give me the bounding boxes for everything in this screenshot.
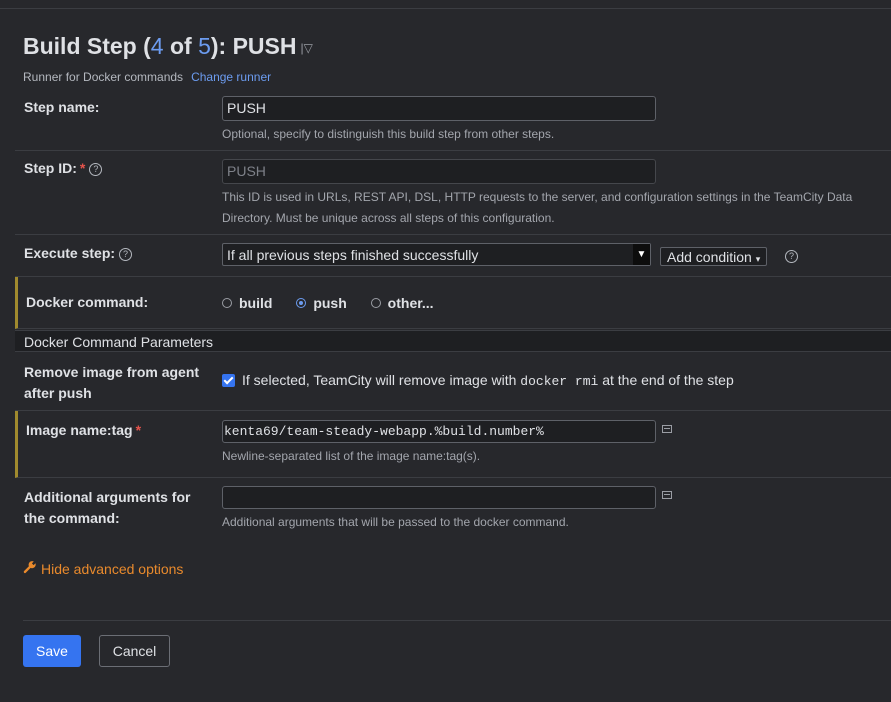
radio-circle[interactable] bbox=[370, 298, 381, 308]
execute-step-select[interactable]: If all previous steps finished successfu… bbox=[222, 243, 651, 266]
section-header: Docker Command Parameters bbox=[15, 330, 891, 352]
additional-args-input[interactable] bbox=[222, 486, 656, 509]
step-name-label: Step name: bbox=[24, 99, 100, 115]
top-divider bbox=[0, 0, 891, 9]
step-name-row: Step name: PUSH Optional, specify to dis… bbox=[15, 90, 891, 151]
docker-command-row: Docker command: build push other... bbox=[15, 277, 891, 329]
docker-command-label: Docker command: bbox=[26, 294, 149, 310]
additional-args-row: Additional arguments for the command: Add… bbox=[15, 478, 891, 544]
expand-editor-icon[interactable] bbox=[662, 491, 672, 499]
radio-push[interactable]: push bbox=[296, 295, 347, 311]
hide-advanced-options-link[interactable]: Hide advanced options bbox=[23, 560, 183, 577]
chevron-down-icon: ▼ bbox=[633, 244, 650, 265]
required-marker: * bbox=[135, 422, 142, 438]
step-id-hint: This ID is used in URLs, REST API, DSL, … bbox=[222, 190, 853, 225]
image-tag-hint: Newline-separated list of the image name… bbox=[222, 449, 481, 463]
step-name-hint: Optional, specify to distinguish this bu… bbox=[222, 127, 555, 141]
help-icon[interactable]: ? bbox=[785, 250, 798, 263]
image-tag-label: Image name:tag * bbox=[26, 422, 142, 438]
radio-other[interactable]: other... bbox=[370, 295, 434, 311]
remove-image-label: Remove image from agent after push bbox=[24, 364, 200, 401]
step-id-label: Step ID: *? bbox=[24, 158, 103, 179]
help-icon[interactable]: ? bbox=[89, 163, 103, 176]
wrench-icon bbox=[23, 561, 36, 574]
image-tag-input[interactable]: kenta69/team-steady-webapp.%build.number… bbox=[222, 420, 656, 443]
remove-image-row: Remove image from agent after push If sel… bbox=[15, 353, 891, 411]
change-runner-link[interactable]: Change runner bbox=[191, 70, 271, 84]
execute-step-row: Execute step:? If all previous steps fin… bbox=[15, 235, 891, 277]
step-id-row: Step ID: *? PUSH This ID is used in URLs,… bbox=[15, 151, 891, 235]
expand-editor-icon[interactable] bbox=[662, 425, 672, 433]
runner-text: Runner for Docker commands bbox=[23, 70, 184, 84]
save-button[interactable]: Save bbox=[23, 635, 81, 667]
chevron-down-icon: ▾ bbox=[755, 254, 761, 264]
footer-divider bbox=[23, 620, 891, 621]
image-tag-row: Image name:tag * kenta69/team-steady-weba… bbox=[15, 411, 891, 478]
step-menu-caret-icon[interactable]: |▽ bbox=[301, 41, 313, 55]
step-id-input[interactable]: PUSH bbox=[222, 159, 656, 184]
radio-build[interactable]: build bbox=[222, 295, 272, 311]
step-current: 4 bbox=[150, 33, 164, 59]
step-total: 5 bbox=[198, 33, 211, 59]
required-marker: * bbox=[79, 160, 86, 176]
page-title: Build Step (4 of 5): PUSH |▽ bbox=[23, 33, 313, 59]
remove-image-checkbox[interactable] bbox=[222, 374, 235, 387]
additional-args-label: Additional arguments for the command: bbox=[24, 489, 191, 526]
cancel-button[interactable]: Cancel bbox=[99, 635, 170, 667]
add-condition-button[interactable]: Add condition ▾ bbox=[660, 247, 768, 266]
docker-command-options: build push other... bbox=[222, 295, 454, 311]
radio-circle-checked[interactable] bbox=[296, 298, 307, 308]
radio-circle[interactable] bbox=[222, 298, 232, 308]
step-name-input[interactable]: PUSH bbox=[222, 96, 656, 121]
additional-args-hint: Additional arguments that will be passed… bbox=[222, 515, 569, 529]
remove-image-text: If selected, TeamCity will remove image … bbox=[242, 372, 734, 389]
runner-description: Runner for Docker commands Change runner bbox=[23, 70, 271, 84]
execute-step-label: Execute step:? bbox=[24, 243, 133, 264]
help-icon[interactable]: ? bbox=[119, 248, 133, 261]
